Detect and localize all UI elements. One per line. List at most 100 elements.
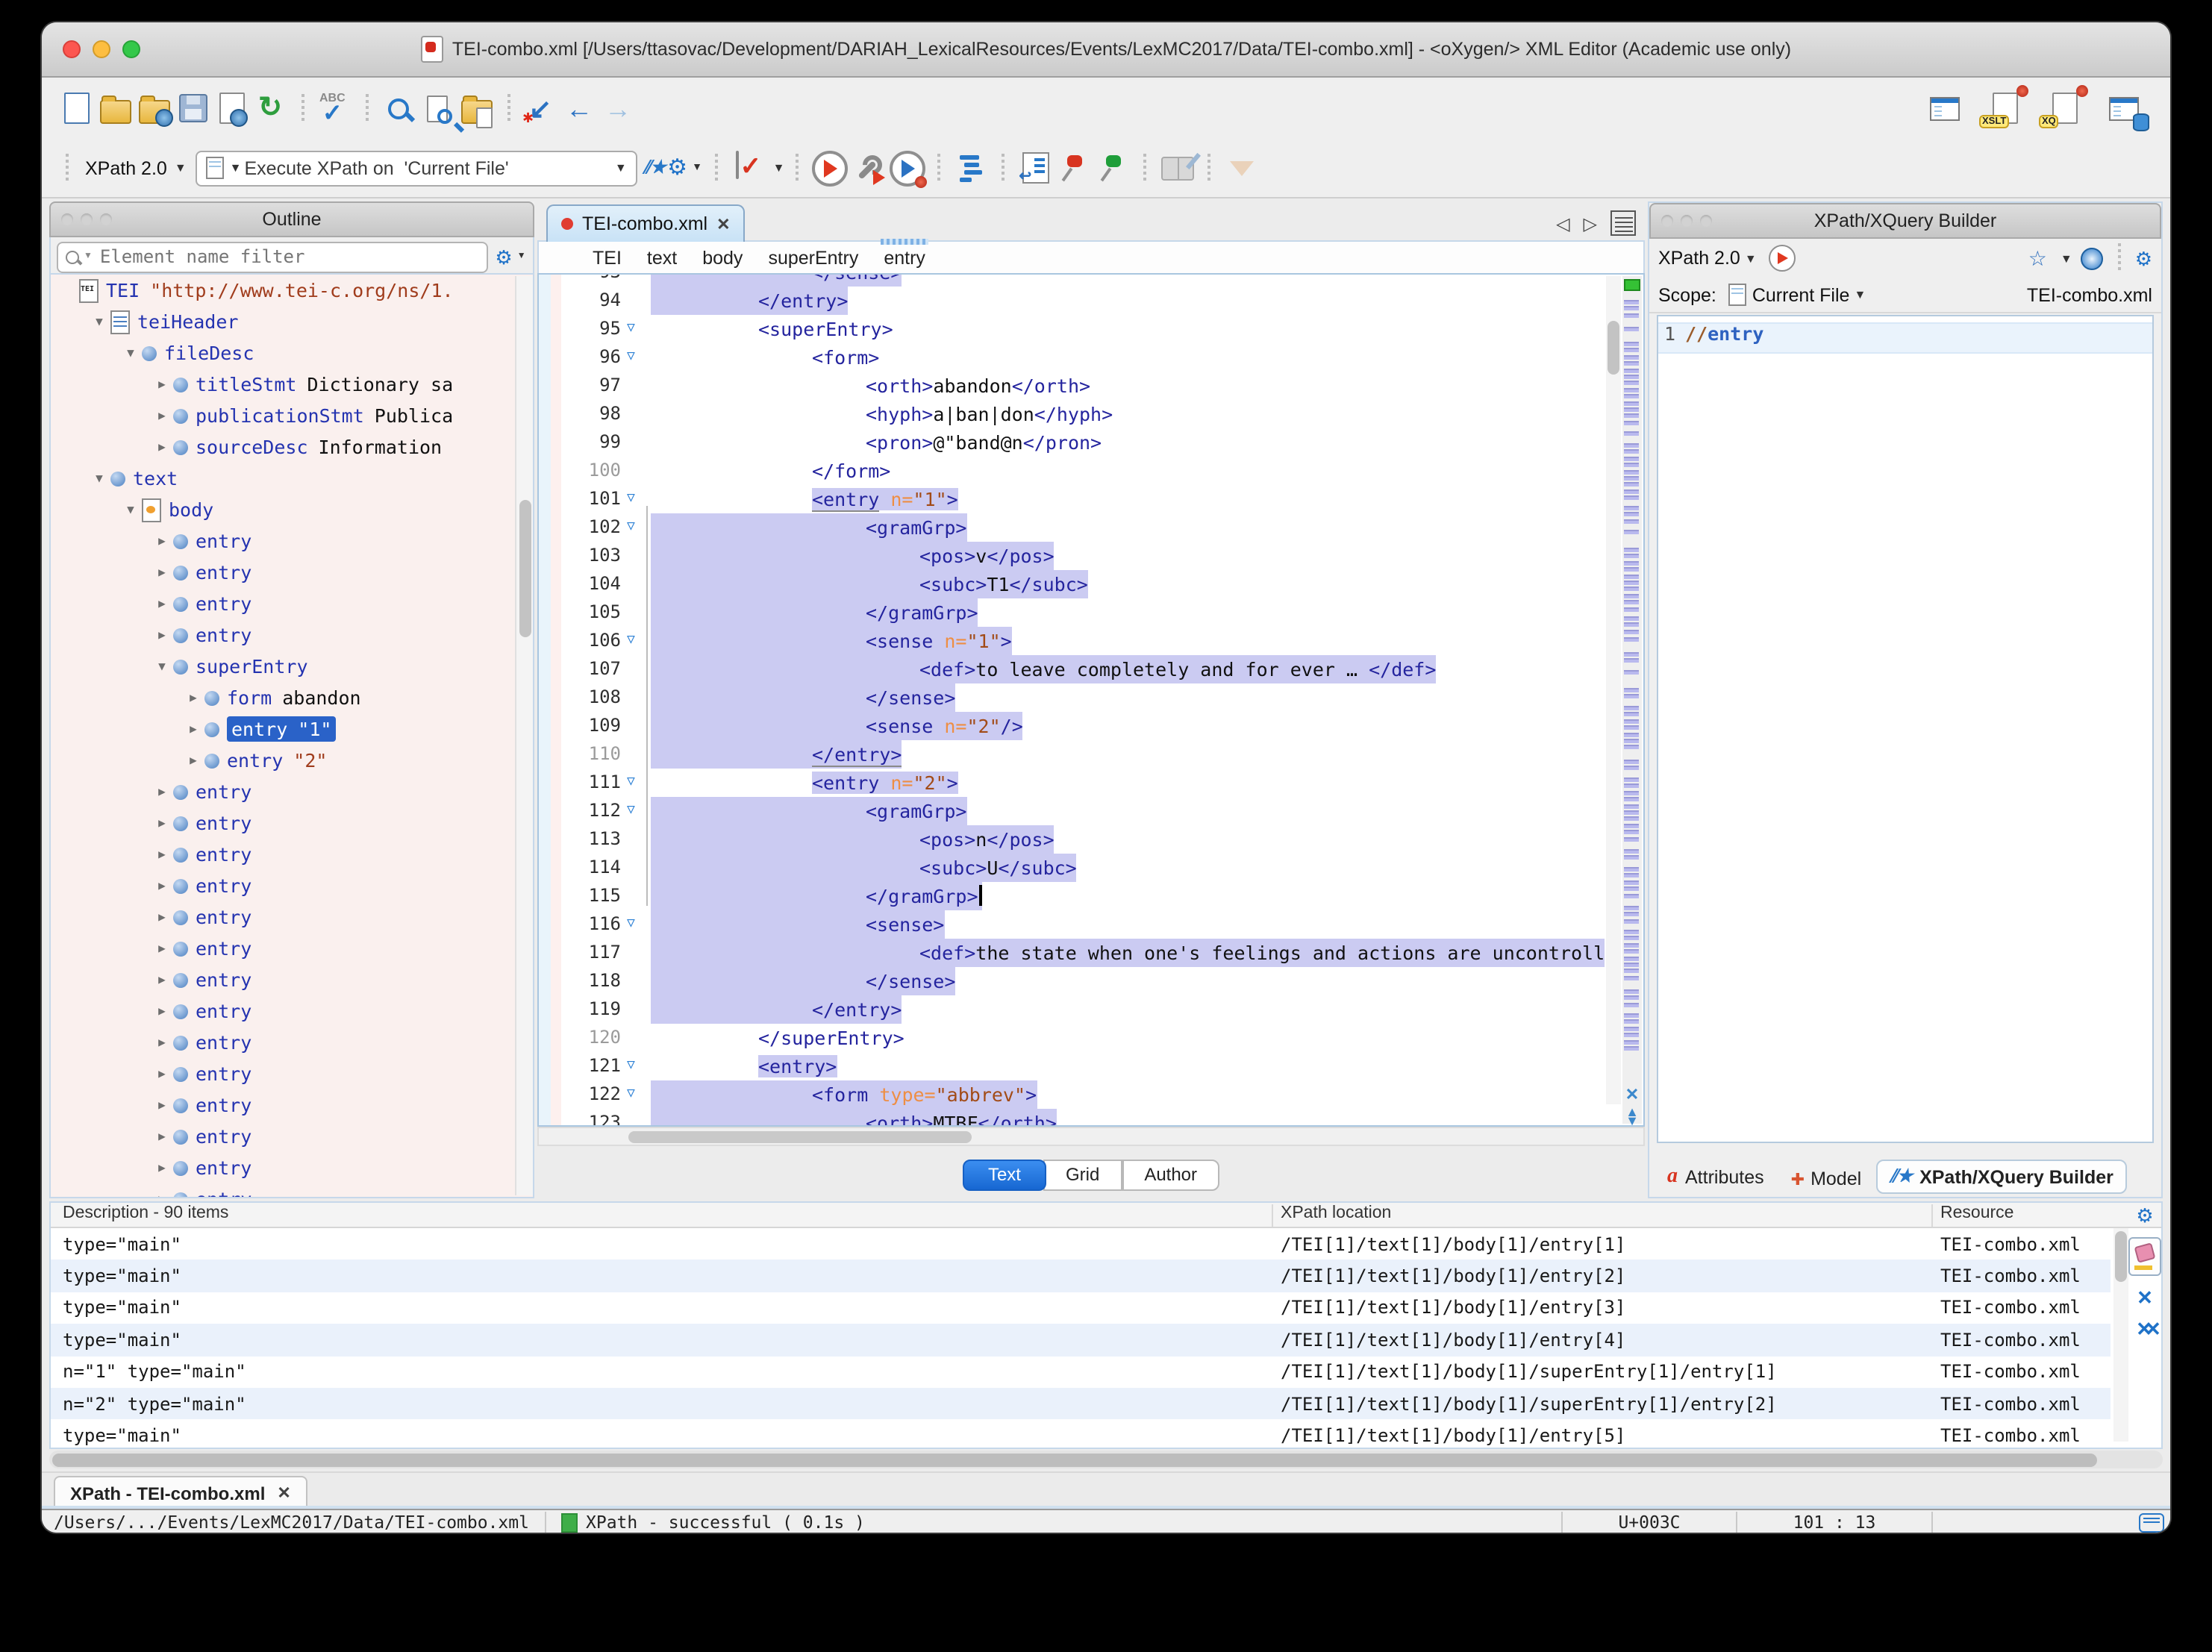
code-line-113[interactable]: 113<pos>n</pos> [539, 825, 1605, 854]
result-marker[interactable] [1624, 893, 1639, 898]
clear-highlights-icon[interactable]: ✕ [1622, 1085, 1642, 1104]
result-marker[interactable] [1624, 361, 1639, 366]
expand-icon[interactable]: ▶ [154, 1067, 170, 1080]
fold-icon[interactable]: ▽ [627, 769, 635, 797]
result-marker[interactable] [1624, 574, 1639, 578]
open-url-icon[interactable] [134, 89, 173, 128]
expand-icon[interactable]: ▶ [154, 848, 170, 861]
result-marker[interactable] [1624, 688, 1639, 692]
fold-icon[interactable]: ▽ [627, 343, 635, 372]
result-marker[interactable] [1624, 567, 1639, 572]
result-marker[interactable] [1624, 368, 1639, 372]
xpath-version-dropdown[interactable]: XPath 2.0 [1658, 248, 1740, 269]
code-line-108[interactable]: 108</sense> [539, 683, 1605, 712]
code-line-93[interactable]: 93</sense> [539, 275, 1605, 287]
code-line-107[interactable]: 107<def>to leave completely and for ever… [539, 655, 1605, 683]
last-edit-location-icon[interactable]: ↙✱ [521, 89, 560, 128]
result-marker[interactable] [1624, 791, 1639, 795]
outline-tree-item-entry[interactable]: ▶entry [51, 807, 533, 839]
feedback-bubble-icon[interactable] [2139, 1512, 2164, 1532]
result-marker[interactable] [1624, 594, 1639, 598]
xslt-debugger-icon[interactable]: XSLT [1985, 89, 2024, 128]
result-marker[interactable] [1624, 856, 1639, 860]
element-name-filter-field[interactable]: ▼ [57, 241, 488, 272]
code-line-123[interactable]: 123<orth>MTBF</orth> [539, 1109, 1605, 1125]
code-line-100[interactable]: 100</form> [539, 457, 1605, 485]
result-marker[interactable] [1624, 874, 1639, 878]
outline-tree-item-publicationStmt[interactable]: ▶publicationStmtPublica [51, 400, 533, 431]
result-marker[interactable] [1624, 670, 1639, 675]
close-tab-icon[interactable]: ✕ [716, 214, 730, 234]
collapse-icon[interactable]: ▼ [91, 315, 107, 328]
code-line-121[interactable]: 121▽<entry> [539, 1052, 1605, 1080]
view-text-button[interactable]: Text [963, 1159, 1046, 1190]
expand-icon[interactable]: ▶ [154, 566, 170, 579]
expand-icon[interactable]: ▶ [154, 409, 170, 422]
result-marker[interactable] [1624, 695, 1639, 699]
outline-tree-item-entry[interactable]: ▶entry [51, 933, 533, 964]
result-marker[interactable] [1624, 906, 1639, 910]
result-marker[interactable] [1624, 581, 1639, 585]
configure-transformation-icon[interactable] [849, 148, 887, 187]
code-line-114[interactable]: 114<subc>U</subc> [539, 854, 1605, 882]
result-marker[interactable] [1624, 607, 1639, 611]
result-marker[interactable] [1624, 1020, 1639, 1024]
outline-tree-item-entry[interactable]: ▶entry [51, 776, 533, 807]
results-row[interactable]: type="main"/TEI[1]/text[1]/body[1]/entry… [51, 1260, 2111, 1292]
result-marker[interactable] [1624, 342, 1639, 346]
spell-check-icon[interactable]: ABC✓ [315, 89, 354, 128]
outline-tree-item-fileDesc[interactable]: ▼fileDesc [51, 337, 533, 369]
code-line-106[interactable]: 106▽<sense n="1"> [539, 627, 1605, 655]
apply-transformation-icon[interactable] [810, 148, 849, 187]
collapse-icon[interactable]: ▼ [91, 472, 107, 485]
results-settings-gear-icon[interactable]: ⚙ [2136, 1206, 2153, 1225]
validate-icon[interactable]: ✓ [730, 148, 769, 187]
editor-vertical-scrollbar[interactable] [1606, 276, 1621, 1104]
result-marker[interactable] [1624, 1033, 1639, 1037]
outline-tree-item-entry[interactable]: ▶entry [51, 557, 533, 588]
result-marker[interactable] [1624, 836, 1639, 841]
results-view-tab[interactable]: XPath - TEI-combo.xml ✕ [54, 1476, 307, 1510]
save-as-url-icon[interactable] [212, 89, 251, 128]
result-marker[interactable] [1624, 913, 1639, 917]
pin-green-icon[interactable] [1093, 148, 1132, 187]
results-header-xpath[interactable]: XPath location [1281, 1204, 1391, 1222]
result-marker[interactable] [1624, 513, 1639, 517]
code-line-116[interactable]: 116▽<sense> [539, 910, 1605, 939]
code-line-97[interactable]: 97<orth>abandon</orth> [539, 372, 1605, 400]
results-row[interactable]: type="main"/TEI[1]/text[1]/body[1]/entry… [51, 1324, 2111, 1356]
result-marker[interactable] [1624, 949, 1639, 954]
result-marker[interactable] [1624, 1013, 1639, 1018]
debug-transformation-icon[interactable] [887, 148, 926, 187]
result-marker[interactable] [1624, 463, 1639, 467]
code-line-96[interactable]: 96▽<form> [539, 343, 1605, 372]
result-marker[interactable] [1624, 963, 1639, 967]
outline-scrollbar[interactable] [515, 276, 533, 1195]
expand-icon[interactable]: ▶ [154, 534, 170, 548]
result-marker[interactable] [1624, 616, 1639, 621]
expand-icon[interactable]: ▶ [154, 910, 170, 924]
editor-horizontal-scrollbar[interactable] [537, 1127, 1645, 1146]
results-header-description[interactable]: Description - 90 items [63, 1204, 228, 1222]
expand-icon[interactable]: ▶ [154, 879, 170, 892]
expand-icon[interactable]: ▶ [154, 816, 170, 830]
back-icon[interactable]: ← [560, 89, 599, 128]
result-marker[interactable] [1624, 804, 1639, 808]
clear-results-icon[interactable]: ✕ [2137, 1288, 2153, 1307]
view-grid-button[interactable]: Grid [1043, 1159, 1122, 1190]
outline-tree-item-entry[interactable]: ▶entry [51, 964, 533, 995]
outline-tree-item-form[interactable]: ▶formabandon [51, 682, 533, 713]
result-marker[interactable] [1624, 554, 1639, 559]
bottom-horizontal-scrollbar[interactable] [49, 1451, 2163, 1468]
database-perspective-icon[interactable] [2105, 89, 2143, 128]
result-marker[interactable] [1624, 495, 1639, 500]
result-marker[interactable] [1624, 407, 1639, 412]
expand-icon[interactable]: ▶ [154, 597, 170, 610]
code-line-102[interactable]: 102▽<gramGrp> [539, 513, 1605, 542]
results-row[interactable]: type="main"/TEI[1]/text[1]/body[1]/entry… [51, 1292, 2111, 1324]
result-marker[interactable] [1624, 307, 1639, 311]
result-marker[interactable] [1624, 760, 1639, 764]
code-line-98[interactable]: 98<hyph>a|ban|don</hyph> [539, 400, 1605, 428]
format-indent-icon[interactable] [1016, 148, 1055, 187]
expand-icon[interactable]: ▶ [154, 1098, 170, 1112]
